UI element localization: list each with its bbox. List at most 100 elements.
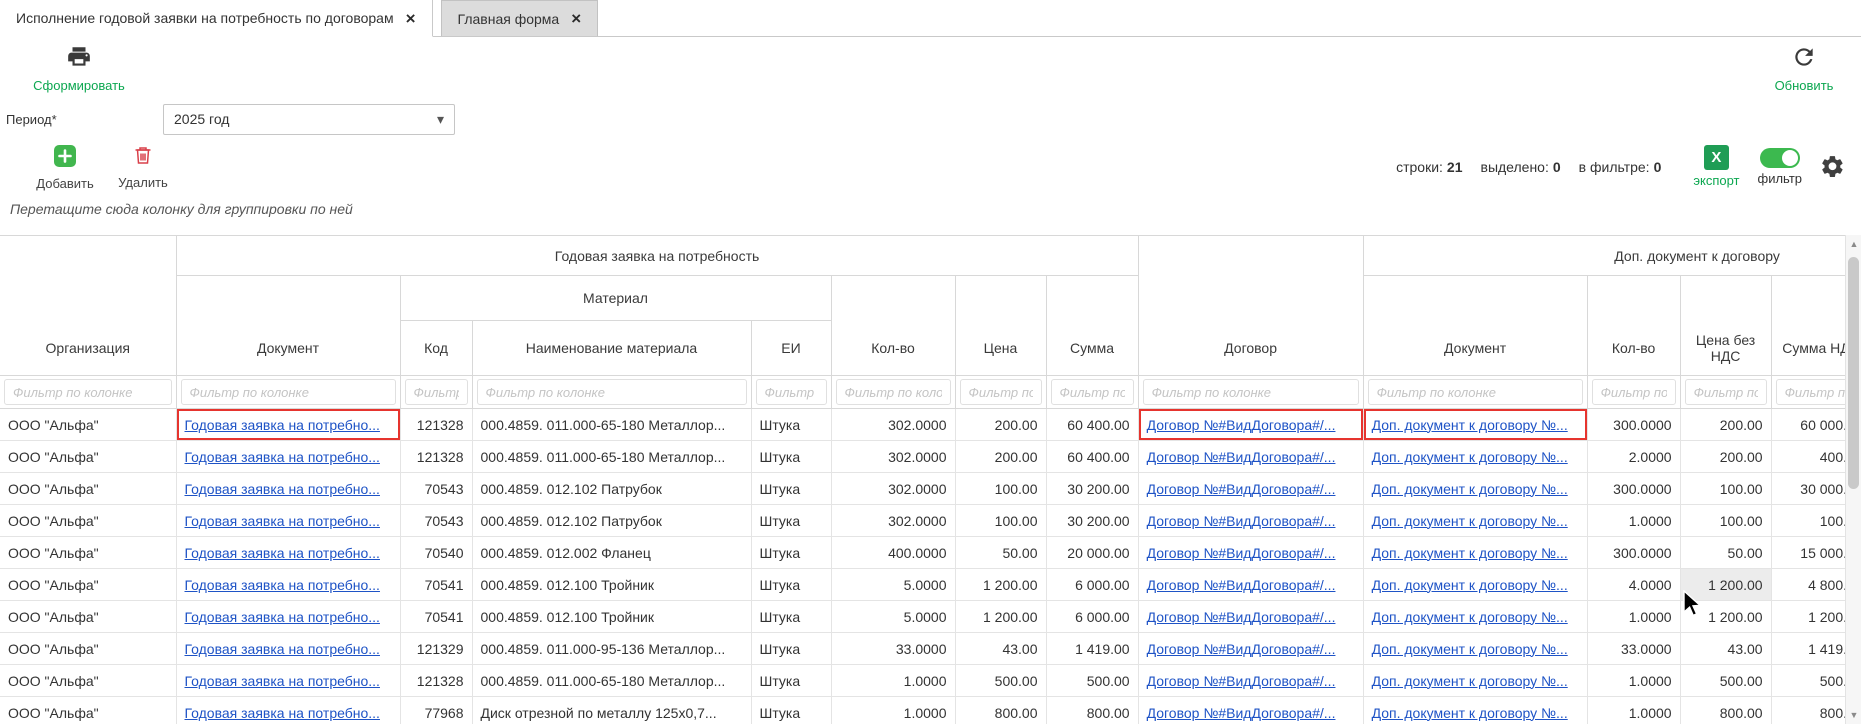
filter-toggle[interactable]	[1760, 148, 1800, 168]
col-header-price-no-vat[interactable]: Цена без НДС	[1680, 276, 1771, 376]
filter-input-document[interactable]	[181, 379, 396, 405]
link-cell: Доп. документ к договору №...	[1363, 409, 1587, 441]
filter-input-qty[interactable]	[836, 379, 951, 405]
col-header-sum[interactable]: Сумма	[1046, 276, 1138, 376]
cell: ООО "Альфа"	[0, 537, 176, 569]
col-header-contract[interactable]: Договор	[1138, 236, 1363, 376]
table-row: ООО "Альфа" Годовая заявка на потребно...…	[0, 697, 1845, 724]
generate-button[interactable]: Сформировать	[24, 44, 134, 93]
filter-input-material-name[interactable]	[477, 379, 747, 405]
tab-label: Главная форма	[458, 11, 560, 27]
tab-annual-request-execution[interactable]: Исполнение годовой заявки на потребность…	[0, 0, 433, 37]
cell: 60 400.00	[1046, 409, 1138, 441]
cell-link[interactable]: Годовая заявка на потребно...	[185, 577, 380, 593]
cell-link[interactable]: Доп. документ к договору №...	[1372, 609, 1568, 625]
table-row: ООО "Альфа"Годовая заявка на потребно...…	[0, 665, 1845, 697]
cell: 1.0000	[1587, 505, 1680, 537]
cell: 302.0000	[831, 505, 955, 537]
col-header-qty-2[interactable]: Кол-во	[1587, 276, 1680, 376]
cell-link[interactable]: Доп. документ к договору №...	[1372, 513, 1568, 529]
col-header-document[interactable]: Документ	[176, 276, 400, 376]
link-cell: Годовая заявка на потребно...	[176, 473, 400, 505]
cell-link[interactable]: Годовая заявка на потребно...	[185, 513, 380, 529]
scroll-up-arrow[interactable]: ▲	[1846, 239, 1861, 249]
table-row: ООО "Альфа"Годовая заявка на потребно...…	[0, 409, 1845, 441]
cell-link[interactable]: Доп. документ к договору №...	[1372, 705, 1568, 721]
cell: 30 000.00	[1771, 473, 1845, 505]
filter-input-unit[interactable]	[756, 379, 827, 405]
cell-link[interactable]: Годовая заявка на потребно...	[185, 705, 380, 721]
cell: ООО "Альфа"	[0, 697, 176, 724]
cell-link[interactable]: Доп. документ к договору №...	[1372, 577, 1568, 593]
col-header-code[interactable]: Код	[400, 321, 472, 376]
scroll-down-arrow[interactable]: ▼	[1846, 710, 1861, 720]
filter-input-sum-vat[interactable]	[1776, 379, 1845, 405]
cell: 1.0000	[831, 665, 955, 697]
filter-input-price[interactable]	[960, 379, 1042, 405]
filter-input-contract[interactable]	[1143, 379, 1359, 405]
tab-bar: Исполнение годовой заявки на потребность…	[0, 0, 1861, 37]
cell-link[interactable]: Годовая заявка на потребно...	[185, 609, 380, 625]
col-header-price[interactable]: Цена	[955, 276, 1046, 376]
cell-link[interactable]: Договор №#ВидДоговора#/...	[1147, 481, 1336, 497]
cell-link[interactable]: Договор №#ВидДоговора#/...	[1147, 609, 1336, 625]
cell-link[interactable]: Годовая заявка на потребно...	[185, 673, 380, 689]
scrollbar-thumb[interactable]	[1848, 257, 1859, 489]
group-by-drop-zone[interactable]: Перетащите сюда колонку для группировки …	[0, 191, 1861, 235]
cell-link[interactable]: Годовая заявка на потребно...	[185, 449, 380, 465]
period-select[interactable]: 2025 год ▾	[163, 104, 455, 135]
col-header-material-name[interactable]: Наименование материала	[472, 321, 751, 376]
tab-main-form[interactable]: Главная форма ×	[441, 0, 599, 36]
filter-row	[0, 376, 1845, 409]
filter-input-price-no-vat[interactable]	[1685, 379, 1767, 405]
cell-link[interactable]: Договор №#ВидДоговора#/...	[1147, 545, 1336, 561]
col-header-unit[interactable]: ЕИ	[751, 321, 831, 376]
cell-link[interactable]: Годовая заявка на потребно...	[185, 641, 380, 657]
cell-link[interactable]: Доп. документ к договору №...	[1372, 481, 1568, 497]
export-button[interactable]: X экспорт	[1693, 145, 1739, 188]
col-header-qty[interactable]: Кол-во	[831, 276, 955, 376]
export-label: экспорт	[1693, 173, 1739, 188]
col-header-organization[interactable]: Организация	[0, 236, 176, 376]
filter-input-qty-2[interactable]	[1592, 379, 1676, 405]
link-cell: Доп. документ к договору №...	[1363, 473, 1587, 505]
cell-link[interactable]: Годовая заявка на потребно...	[185, 545, 380, 561]
filter-input-sum[interactable]	[1051, 379, 1134, 405]
filter-input-document-2[interactable]	[1368, 379, 1583, 405]
filter-toggle-group: фильтр	[1758, 148, 1802, 186]
cell-link[interactable]: Договор №#ВидДоговора#/...	[1147, 417, 1336, 433]
period-label: Период*	[6, 112, 163, 127]
add-button[interactable]: Добавить	[30, 144, 100, 191]
link-cell: Доп. документ к договору №...	[1363, 633, 1587, 665]
cell-link[interactable]: Договор №#ВидДоговора#/...	[1147, 641, 1336, 657]
generate-report-icon	[65, 44, 93, 75]
cell-link[interactable]: Договор №#ВидДоговора#/...	[1147, 513, 1336, 529]
cell: 43.00	[955, 633, 1046, 665]
close-icon[interactable]: ×	[571, 10, 581, 27]
cell-link[interactable]: Доп. документ к договору №...	[1372, 673, 1568, 689]
cell-link[interactable]: Годовая заявка на потребно...	[185, 481, 380, 497]
delete-button[interactable]: Удалить	[113, 144, 173, 190]
cell-link[interactable]: Договор №#ВидДоговора#/...	[1147, 673, 1336, 689]
close-icon[interactable]: ×	[406, 10, 416, 27]
cell-link[interactable]: Доп. документ к договору №...	[1372, 545, 1568, 561]
cell-link[interactable]: Договор №#ВидДоговора#/...	[1147, 577, 1336, 593]
vertical-scrollbar[interactable]: ▲ ▼	[1845, 235, 1861, 724]
filter-input-organization[interactable]	[4, 379, 172, 405]
cell-link[interactable]: Договор №#ВидДоговора#/...	[1147, 705, 1336, 721]
cell-link[interactable]: Договор №#ВидДоговора#/...	[1147, 449, 1336, 465]
cell: 800.00	[955, 697, 1046, 724]
table-row: ООО "Альфа"Годовая заявка на потребно...…	[0, 505, 1845, 537]
cell-link[interactable]: Доп. документ к договору №...	[1372, 641, 1568, 657]
filter-input-code[interactable]	[405, 379, 468, 405]
cell-link[interactable]: Годовая заявка на потребно...	[185, 417, 380, 433]
refresh-button[interactable]: Обновить	[1769, 44, 1839, 93]
cell-link[interactable]: Доп. документ к договору №...	[1372, 417, 1568, 433]
cell-link[interactable]: Доп. документ к договору №...	[1372, 449, 1568, 465]
col-header-sum-vat[interactable]: Сумма НДС	[1771, 276, 1845, 376]
cell: 100.00	[955, 505, 1046, 537]
refresh-icon	[1791, 44, 1817, 75]
settings-gear-icon[interactable]	[1820, 154, 1845, 179]
col-header-document-2[interactable]: Документ	[1363, 276, 1587, 376]
cell: 70543	[400, 505, 472, 537]
